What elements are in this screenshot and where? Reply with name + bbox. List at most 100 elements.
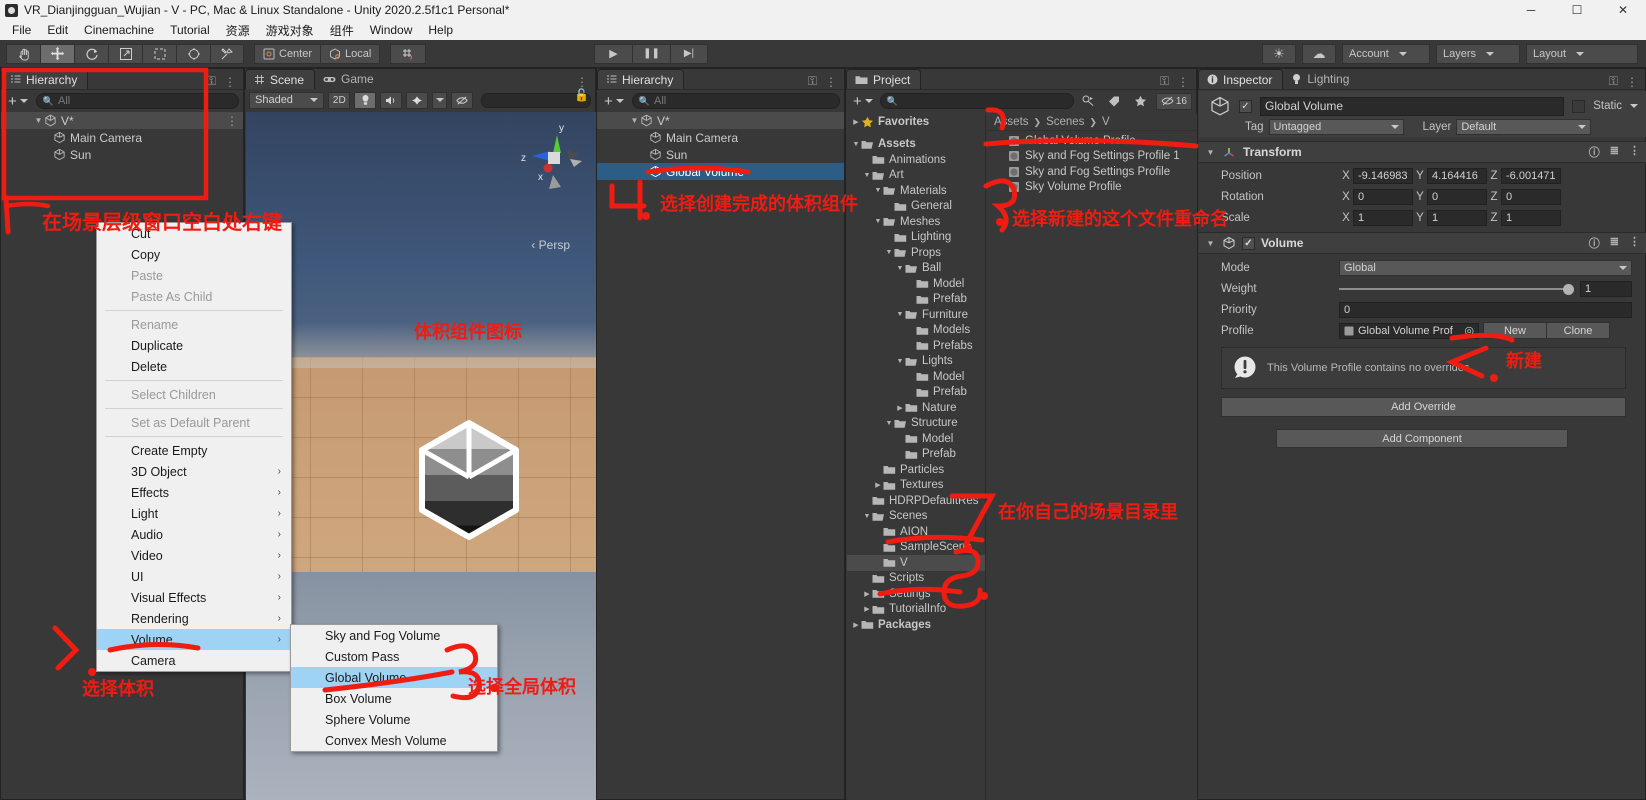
project-tree-item-model[interactable]: Model (847, 276, 985, 292)
project-tree-item-settings[interactable]: ▶ Settings (847, 586, 985, 602)
project-tree-item-ball[interactable]: ▼ Ball (847, 261, 985, 277)
rotation-y-field[interactable]: 0 (1427, 188, 1487, 205)
hierarchy-row-scene[interactable]: ▼ V* ⋮ (1, 112, 243, 129)
transform-component-header[interactable]: ▼ Transform ⓘ ≣ ⋮ (1199, 141, 1646, 163)
hierarchy-left-create-button[interactable]: + (5, 93, 31, 110)
add-override-button[interactable]: Add Override (1221, 397, 1626, 417)
project-tree-item-assets[interactable]: ▼ Assets (847, 137, 985, 153)
project-filter-type-icon[interactable] (1077, 92, 1100, 110)
scale-x-field[interactable]: 1 (1353, 209, 1413, 226)
project-tree-item-structure[interactable]: ▼ Structure (847, 416, 985, 432)
project-tree-item-model[interactable]: Model (847, 369, 985, 385)
project-tree-item-models[interactable]: Models (847, 323, 985, 339)
tag-dropdown[interactable]: Untagged (1268, 119, 1404, 135)
submenu-item-sky-and-fog-volume[interactable]: Sky and Fog Volume (291, 625, 497, 646)
row-menu-icon[interactable]: ⋮ (226, 114, 243, 128)
move-tool-icon[interactable] (40, 43, 74, 64)
handle-rotation-button[interactable]: Local (320, 43, 381, 64)
chevron-right-icon[interactable]: ▶ (851, 118, 861, 126)
panel-menu-icon[interactable]: ⋮ (576, 75, 588, 89)
project-tree-favorites[interactable]: ▶ Favorites (847, 114, 985, 130)
tab-project[interactable]: Project (846, 69, 922, 89)
project-search-input[interactable]: 🔍 (879, 93, 1074, 109)
close-button[interactable]: ✕ (1600, 0, 1646, 20)
project-tree-item-prefab[interactable]: Prefab (847, 385, 985, 401)
rotation-z-field[interactable]: 0 (1501, 188, 1561, 205)
submenu-item-convex-mesh-volume[interactable]: Convex Mesh Volume (291, 730, 497, 751)
hierarchy-row-scene[interactable]: ▼ V* (597, 112, 844, 129)
project-tree-item-model[interactable]: Model (847, 431, 985, 447)
chevron-right-icon[interactable]: ▶ (862, 590, 872, 598)
collab-cloud-icon[interactable]: ☁ (1302, 43, 1336, 64)
hierarchy-mid-search-input[interactable]: 🔍 All (631, 93, 840, 109)
hierarchy-row-global-volume[interactable]: Global Volume (597, 163, 844, 180)
menu-file[interactable]: File (4, 21, 39, 39)
context-menu-item-audio[interactable]: Audio › (97, 524, 291, 545)
account-dropdown[interactable]: Account (1342, 43, 1430, 64)
menu-assets[interactable]: 资源 (218, 20, 258, 41)
project-tree-item-aion[interactable]: AION (847, 524, 985, 540)
project-tree-item-lighting[interactable]: Lighting (847, 230, 985, 246)
project-tree-item-hdrpdefaultres[interactable]: HDRPDefaultRes (847, 493, 985, 509)
scale-y-field[interactable]: 1 (1427, 209, 1487, 226)
services-icon[interactable]: ☀ (1262, 43, 1296, 64)
project-tree-item-prefabs[interactable]: Prefabs (847, 338, 985, 354)
chevron-down-icon[interactable]: ▼ (862, 513, 872, 520)
add-component-button[interactable]: Add Component (1276, 429, 1568, 448)
mode-dropdown[interactable]: Global (1339, 259, 1632, 276)
hierarchy-row-main-camera[interactable]: Main Camera (1, 129, 243, 146)
preset-icon[interactable]: ≣ (1610, 235, 1619, 251)
new-profile-button[interactable]: New (1483, 322, 1547, 339)
priority-field[interactable]: 0 (1339, 301, 1632, 318)
menu-component[interactable]: 组件 (322, 20, 362, 41)
scene-overlay-lock-icon[interactable]: 🔓 (574, 88, 589, 102)
chevron-right-icon[interactable]: ▶ (851, 621, 861, 629)
context-menu-item-camera[interactable]: Camera (97, 650, 291, 671)
menu-help[interactable]: Help (420, 21, 461, 39)
tab-scene[interactable]: Scene (245, 69, 316, 89)
chevron-right-icon[interactable]: ▶ (873, 481, 883, 489)
scene-audio-toggle[interactable] (380, 91, 403, 109)
object-picker-icon[interactable]: ◎ (1464, 324, 1474, 337)
breadcrumb-scenes[interactable]: Scenes (1046, 116, 1084, 128)
breadcrumb-v[interactable]: V (1102, 116, 1110, 128)
asset-item[interactable]: Sky Volume Profile (986, 180, 1197, 196)
chevron-down-icon[interactable]: ▼ (629, 116, 640, 125)
lock-icon[interactable]: ⚿ (1160, 74, 1169, 89)
chevron-down-icon[interactable]: ▼ (884, 249, 894, 256)
hierarchy-left-search-input[interactable]: 🔍 All (35, 93, 239, 109)
project-hidden-count[interactable]: 16 (1155, 92, 1192, 110)
pause-button[interactable]: ❚❚ (632, 43, 670, 64)
scene-fx-toggle[interactable] (406, 91, 429, 109)
chevron-down-icon[interactable]: ▼ (884, 420, 894, 427)
chevron-down-icon[interactable]: ▼ (1205, 239, 1216, 248)
submenu-item-sphere-volume[interactable]: Sphere Volume (291, 709, 497, 730)
project-tree-item-particles[interactable]: Particles (847, 462, 985, 478)
hierarchy-mid-create-button[interactable]: + (601, 93, 627, 110)
rotation-x-field[interactable]: 0 (1353, 188, 1413, 205)
project-tree-item-furniture[interactable]: ▼ Furniture (847, 307, 985, 323)
profile-object-field[interactable]: Global Volume Prof ◎ (1339, 322, 1479, 339)
submenu-item-custom-pass[interactable]: Custom Pass (291, 646, 497, 667)
project-tree-item-textures[interactable]: ▶ Textures (847, 478, 985, 494)
context-menu-item-copy[interactable]: Copy (97, 244, 291, 265)
submenu-item-box-volume[interactable]: Box Volume (291, 688, 497, 709)
step-button[interactable]: ▶| (670, 43, 708, 64)
asset-item[interactable]: Sky and Fog Settings Profile 1 (986, 149, 1197, 165)
clone-profile-button[interactable]: Clone (1546, 322, 1610, 339)
context-menu-item-visual-effects[interactable]: Visual Effects › (97, 587, 291, 608)
rotate-tool-icon[interactable] (74, 43, 108, 64)
project-tree-item-v[interactable]: V (847, 555, 985, 571)
panel-menu-icon[interactable]: ⋮ (224, 75, 236, 89)
object-name-field[interactable]: Global Volume (1260, 96, 1565, 116)
scene-2d-toggle[interactable]: 2D (328, 91, 351, 109)
pivot-mode-button[interactable]: Center (254, 43, 321, 64)
project-tree-item-scripts[interactable]: Scripts (847, 571, 985, 587)
scene-projection-label[interactable]: ‹ Persp (531, 238, 570, 252)
position-y-field[interactable]: 4.164416 (1427, 167, 1487, 184)
weight-value-field[interactable]: 1 (1580, 280, 1632, 297)
position-x-field[interactable]: -9.146983 (1353, 167, 1413, 184)
maximize-button[interactable]: ☐ (1554, 0, 1600, 20)
hierarchy-row-sun[interactable]: Sun (1, 146, 243, 163)
tab-game[interactable]: Game (315, 69, 384, 89)
